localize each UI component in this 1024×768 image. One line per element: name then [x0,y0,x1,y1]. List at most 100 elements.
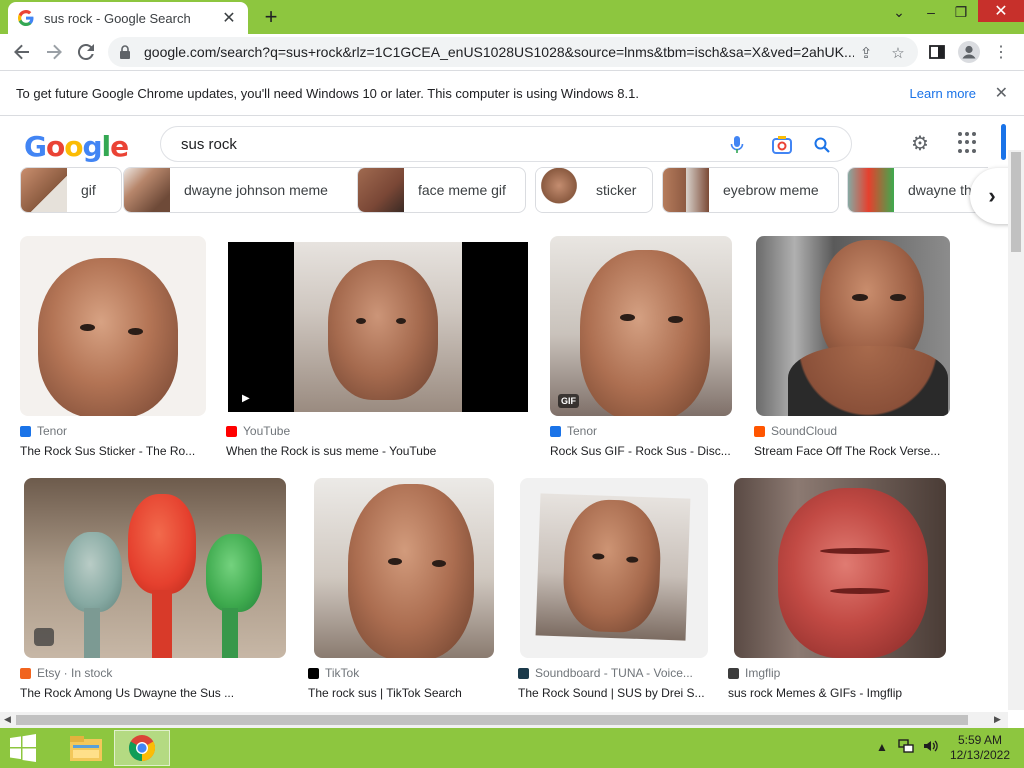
tiktok-favicon-icon [308,667,319,679]
forward-button[interactable] [38,36,70,68]
image-result[interactable]: Tenor The Rock Sus Sticker - The Ro... [20,236,210,458]
chip-face-meme-gif[interactable]: face meme gif [357,167,526,213]
address-bar[interactable]: google.com/search?q=sus+rock&rlz=1C1GCEA… [108,37,918,67]
tag-icon [34,628,54,646]
result-title[interactable]: The rock sus | TikTok Search [308,686,494,700]
result-source[interactable]: Tenor [550,424,597,438]
search-input[interactable] [181,135,701,153]
volume-icon[interactable] [922,738,938,757]
result-title[interactable]: The Rock Among Us Dwayne the Sus ... [20,686,282,700]
reload-icon [78,44,94,60]
chrome-menu-icon[interactable]: ⋮ [986,37,1016,67]
horizontal-scroll-thumb[interactable] [16,715,968,725]
result-image[interactable] [734,478,946,658]
chip-eyebrow-meme[interactable]: eyebrow meme [662,167,839,213]
chip-thumbnail [21,168,67,212]
google-logo[interactable]: Google [24,130,129,163]
tab-close-icon[interactable]: ✕ [220,9,238,27]
image-result[interactable]: Imgflip sus rock Memes & GIFs - Imgflip [728,478,948,700]
google-header: Google ⚙ [0,116,1008,172]
tray-expand-icon[interactable]: ▲ [876,740,888,754]
result-source[interactable]: YouTube [226,424,290,438]
minimize-button[interactable]: – [916,0,946,24]
horizontal-scrollbar[interactable]: ◀ ▶ [0,712,1008,728]
vertical-scrollbar[interactable] [1008,150,1024,710]
image-result[interactable]: Etsy · In stock The Rock Among Us Dwayne… [20,478,286,700]
settings-gear-icon[interactable]: ⚙ [908,131,932,155]
result-image[interactable] [756,236,950,416]
windows-taskbar: ▲ 5:59 AM 12/13/2022 [0,728,1024,768]
result-title[interactable]: The Rock Sound | SUS by Drei S... [518,686,706,700]
google-apps-icon[interactable] [958,132,980,154]
network-icon[interactable] [898,738,914,757]
chip-thumbnail [536,168,582,212]
result-source[interactable]: Etsy · In stock [20,666,112,680]
result-title[interactable]: Rock Sus GIF - Rock Sus - Disc... [550,444,730,458]
back-button[interactable] [6,36,38,68]
share-icon[interactable]: ⇪ [856,43,876,63]
search-icon[interactable] [812,135,832,155]
result-source[interactable]: Tenor [20,424,67,438]
result-source[interactable]: TikTok [308,666,359,680]
profile-avatar-icon[interactable] [954,37,984,67]
window-close-button[interactable]: ✕ [978,0,1024,22]
windows-start-icon[interactable] [8,734,38,762]
bookmark-star-icon[interactable]: ☆ [888,43,908,63]
file-explorer-icon[interactable] [58,730,114,766]
google-favicon-icon [18,10,34,26]
imgflip-favicon-icon [728,667,739,679]
result-source[interactable]: Imgflip [728,666,780,680]
tab-search-icon[interactable]: ⌄ [884,0,914,24]
chip-thumbnail [124,168,170,212]
chip-label: sticker [596,182,637,198]
chip-thumbnail [358,168,404,212]
result-image[interactable]: GIF [550,236,732,416]
image-result[interactable]: ▶ YouTube When the Rock is sus meme - Yo… [226,236,530,458]
result-source[interactable]: Soundboard - TUNA - Voice... [518,666,693,680]
result-image[interactable] [520,478,708,658]
result-image[interactable] [20,236,206,416]
gif-badge: GIF [558,394,579,408]
chip-gif[interactable]: gif [20,167,122,213]
lens-camera-icon[interactable] [772,135,792,155]
image-result[interactable]: TikTok The rock sus | TikTok Search [308,478,498,700]
play-icon: ▶ [242,393,250,404]
result-title[interactable]: Stream Face Off The Rock Verse... [754,444,944,458]
chip-dwayne-johnson-meme[interactable]: dwayne johnson meme [123,167,368,213]
tab-strip: sus rock - Google Search ✕ + ⌄ – ❐ ✕ [0,0,1024,34]
lock-icon [120,45,130,59]
chip-label: dwayne johnson meme [184,182,328,198]
result-title[interactable]: The Rock Sus Sticker - The Ro... [20,444,200,458]
vertical-scroll-thumb[interactable] [1011,152,1021,252]
restore-button[interactable]: ❐ [946,0,976,24]
learn-more-link[interactable]: Learn more [910,86,976,101]
chrome-taskbar-icon[interactable] [114,730,170,766]
microphone-icon[interactable] [727,135,747,155]
system-clock[interactable]: 5:59 AM 12/13/2022 [950,733,1010,763]
result-image[interactable] [314,478,494,658]
infobar-close-icon[interactable]: ✕ [995,83,1008,103]
chip-dwayne-th[interactable]: dwayne th [847,167,988,213]
chip-thumbnail [848,168,894,212]
result-title[interactable]: When the Rock is sus meme - YouTube [226,444,526,458]
scroll-right-icon[interactable]: ▶ [994,714,1001,725]
browser-tab[interactable]: sus rock - Google Search ✕ [8,2,248,34]
tab-title: sus rock - Google Search [44,10,191,26]
result-source[interactable]: SoundCloud [754,424,837,438]
result-title[interactable]: sus rock Memes & GIFs - Imgflip [728,686,940,700]
new-tab-button[interactable]: + [258,4,284,30]
image-result[interactable]: GIF Tenor Rock Sus GIF - Rock Sus - Disc… [550,236,736,458]
clock-date: 12/13/2022 [949,748,1010,762]
result-image[interactable] [24,478,286,658]
sign-in-button[interactable] [1001,124,1006,160]
forward-arrow-icon [47,44,62,60]
result-image[interactable]: ▶ [228,242,528,412]
infobar-message: To get future Google Chrome updates, you… [16,85,639,101]
scroll-left-icon[interactable]: ◀ [4,714,11,725]
chip-sticker[interactable]: sticker [535,167,653,213]
image-result[interactable]: SoundCloud Stream Face Off The Rock Vers… [754,236,950,458]
image-result[interactable]: Soundboard - TUNA - Voice... The Rock So… [518,478,712,700]
search-box [160,126,852,162]
reload-button[interactable] [70,36,102,68]
side-panel-icon[interactable] [922,37,952,67]
